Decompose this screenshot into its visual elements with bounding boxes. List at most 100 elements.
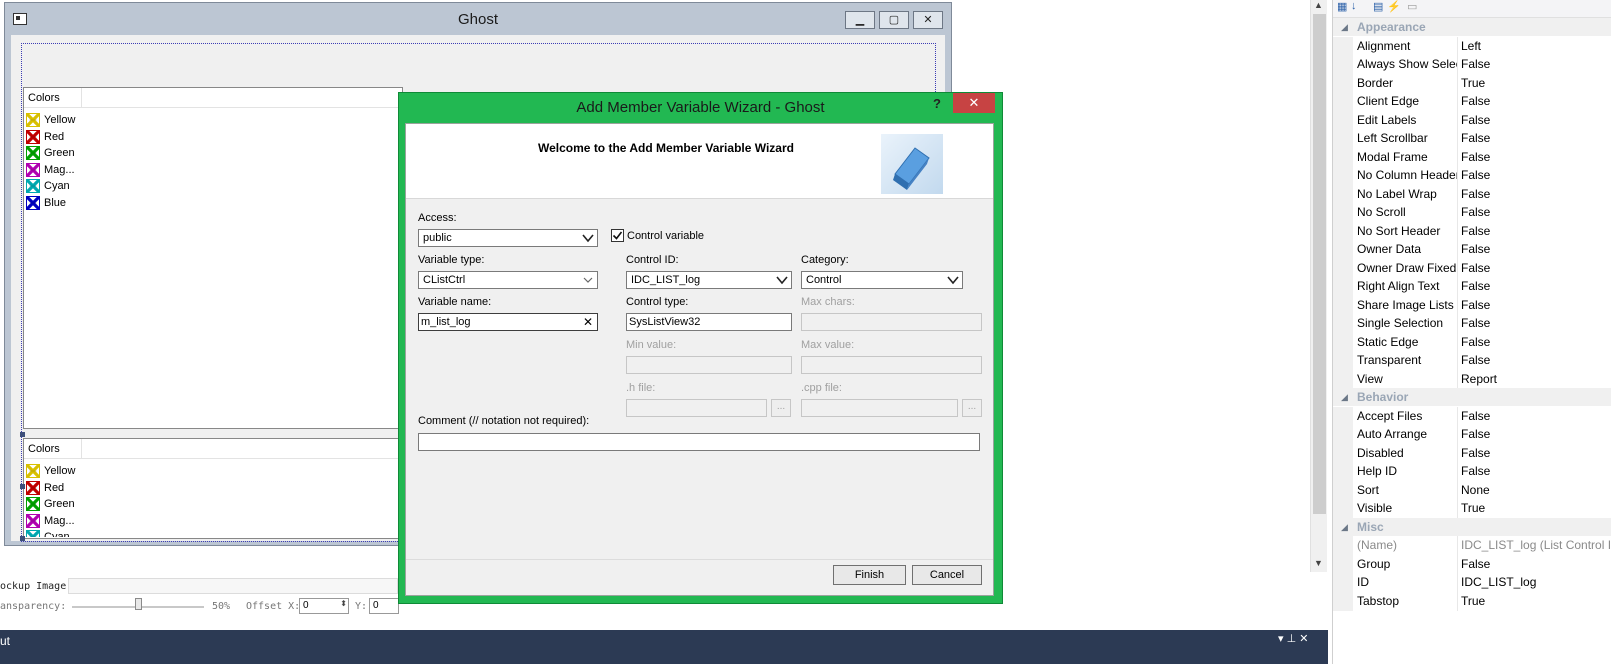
editor-vertical-scrollbar[interactable]: ▲ ▼ <box>1310 0 1327 572</box>
offset-x-input[interactable]: 0 ⬍ <box>299 598 349 614</box>
property-row[interactable]: Left Scrollbar False <box>1333 129 1611 148</box>
property-value[interactable]: False <box>1461 166 1611 185</box>
property-row[interactable]: Help ID False <box>1333 462 1611 481</box>
offset-y-input[interactable]: 0 <box>369 598 399 614</box>
property-row[interactable]: Single Selection False <box>1333 314 1611 333</box>
property-value[interactable]: False <box>1461 203 1611 222</box>
property-row[interactable]: View Report <box>1333 369 1611 389</box>
list-item[interactable]: Yellow <box>24 463 402 480</box>
property-row[interactable]: No Scroll False <box>1333 203 1611 222</box>
mockup-image-field[interactable] <box>68 578 398 594</box>
property-value[interactable]: False <box>1461 462 1611 481</box>
property-value[interactable]: False <box>1461 333 1611 352</box>
property-value[interactable]: False <box>1461 111 1611 130</box>
list-item[interactable]: Cyan <box>24 178 402 195</box>
wizard-close-button[interactable]: ✕ <box>953 93 995 113</box>
property-value[interactable]: True <box>1461 592 1611 611</box>
list-item[interactable]: Blue <box>24 195 402 212</box>
list-item[interactable]: Mag... <box>24 513 402 530</box>
property-row[interactable]: No Label Wrap False <box>1333 184 1611 204</box>
cancel-button[interactable]: Cancel <box>912 565 982 585</box>
categorized-icon[interactable]: ▦ <box>1337 0 1347 13</box>
property-row[interactable]: Owner Draw Fixed False <box>1333 258 1611 278</box>
property-value[interactable]: IDC_LIST_log (List Control ID) <box>1461 536 1611 555</box>
scroll-up-icon[interactable]: ▲ <box>1314 0 1323 10</box>
property-value[interactable]: False <box>1461 555 1611 574</box>
collapse-icon[interactable]: ◢ <box>1341 518 1348 536</box>
property-value[interactable]: False <box>1461 425 1611 444</box>
min-value-input[interactable] <box>626 356 792 374</box>
property-row[interactable]: Right Align Text False <box>1333 277 1611 296</box>
scroll-down-icon[interactable]: ▼ <box>1314 558 1323 568</box>
variable-type-dropdown[interactable]: CListCtrl <box>418 271 598 289</box>
property-value[interactable]: False <box>1461 407 1611 426</box>
control-id-dropdown[interactable]: IDC_LIST_log <box>626 271 792 289</box>
cpp-file-browse-button[interactable]: ... <box>962 399 982 417</box>
list-item[interactable]: Red <box>24 480 402 497</box>
resize-handle[interactable] <box>20 536 25 541</box>
max-value-input[interactable] <box>801 356 982 374</box>
spin-icon[interactable]: ⬍ <box>340 599 347 608</box>
property-value[interactable]: False <box>1461 259 1611 278</box>
control-variable-label[interactable]: Control variable <box>627 230 704 242</box>
maximize-button[interactable]: ▢ <box>879 11 909 29</box>
property-row[interactable]: Visible True <box>1333 499 1611 518</box>
property-row[interactable]: Sort None <box>1333 480 1611 500</box>
control-type-field[interactable]: SysListView32 <box>626 313 792 331</box>
property-row[interactable]: Share Image Lists False <box>1333 295 1611 315</box>
property-row[interactable]: Auto Arrange False <box>1333 425 1611 444</box>
list-item[interactable]: Mag... <box>24 162 402 179</box>
property-row[interactable]: Edit Labels False <box>1333 110 1611 130</box>
ghost-title-bar[interactable]: Ghost ▁ ▢ ✕ <box>5 3 951 35</box>
finish-button[interactable]: Finish <box>833 565 906 585</box>
h-file-input[interactable] <box>626 399 767 417</box>
property-value[interactable]: IDC_LIST_log <box>1461 573 1611 592</box>
transparency-slider-thumb[interactable] <box>135 598 142 610</box>
property-row[interactable]: No Column Header False <box>1333 166 1611 185</box>
list-item[interactable]: Green <box>24 496 402 513</box>
scrollbar-thumb[interactable] <box>1313 14 1326 514</box>
property-value[interactable]: False <box>1461 129 1611 148</box>
collapse-icon[interactable]: ◢ <box>1341 18 1348 36</box>
events-icon[interactable]: ⚡ <box>1387 0 1401 13</box>
property-value[interactable]: Report <box>1461 370 1611 389</box>
help-button[interactable]: ? <box>933 96 941 111</box>
property-row[interactable]: Modal Frame False <box>1333 147 1611 167</box>
property-pages-icon[interactable]: ▭ <box>1407 0 1417 13</box>
property-row[interactable]: ID IDC_LIST_log <box>1333 573 1611 592</box>
list-item[interactable]: Yellow <box>24 112 402 129</box>
property-row[interactable]: Always Show SelectionFalse <box>1333 55 1611 74</box>
alphabetical-icon[interactable]: ↓ <box>1351 0 1357 12</box>
list-item[interactable]: Cyan <box>24 529 402 537</box>
property-value[interactable]: False <box>1461 296 1611 315</box>
property-value[interactable]: False <box>1461 185 1611 204</box>
property-row[interactable]: Owner Data False <box>1333 240 1611 259</box>
property-row[interactable]: Static Edge False <box>1333 332 1611 352</box>
property-row[interactable]: Tabstop True <box>1333 591 1611 611</box>
control-variable-checkbox[interactable] <box>611 229 624 242</box>
property-category[interactable]: Appearance ◢ <box>1333 18 1611 37</box>
max-chars-input[interactable] <box>801 313 982 331</box>
property-row[interactable]: Group False <box>1333 554 1611 574</box>
output-panel-label[interactable]: ut <box>0 634 10 648</box>
variable-name-input[interactable]: m_list_log ✕ <box>418 313 598 331</box>
property-row[interactable]: (Name) IDC_LIST_log (List Control ID) <box>1333 536 1611 555</box>
list-item[interactable]: Green <box>24 145 402 162</box>
access-dropdown[interactable]: public <box>418 229 598 247</box>
clear-icon[interactable]: ✕ <box>583 315 593 329</box>
category-dropdown[interactable]: Control <box>801 271 963 289</box>
property-value[interactable]: True <box>1461 499 1611 518</box>
property-value[interactable]: Left <box>1461 37 1611 56</box>
panel-pin-icons[interactable]: ▾ ⊥ ✕ <box>1278 632 1308 645</box>
list-control-colors-bottom[interactable]: Colors Yellow Red Green Mag... Cyan <box>23 438 403 539</box>
list-header[interactable]: Colors <box>24 88 402 108</box>
comment-input[interactable] <box>418 433 980 451</box>
property-value[interactable]: None <box>1461 481 1611 500</box>
property-value[interactable]: False <box>1461 240 1611 259</box>
minimize-button[interactable]: ▁ <box>845 11 875 29</box>
property-value[interactable]: False <box>1461 222 1611 241</box>
property-row[interactable]: Accept Files False <box>1333 406 1611 426</box>
property-value[interactable]: False <box>1461 92 1611 111</box>
list-item[interactable]: Red <box>24 129 402 146</box>
property-row[interactable]: Client Edge False <box>1333 92 1611 111</box>
